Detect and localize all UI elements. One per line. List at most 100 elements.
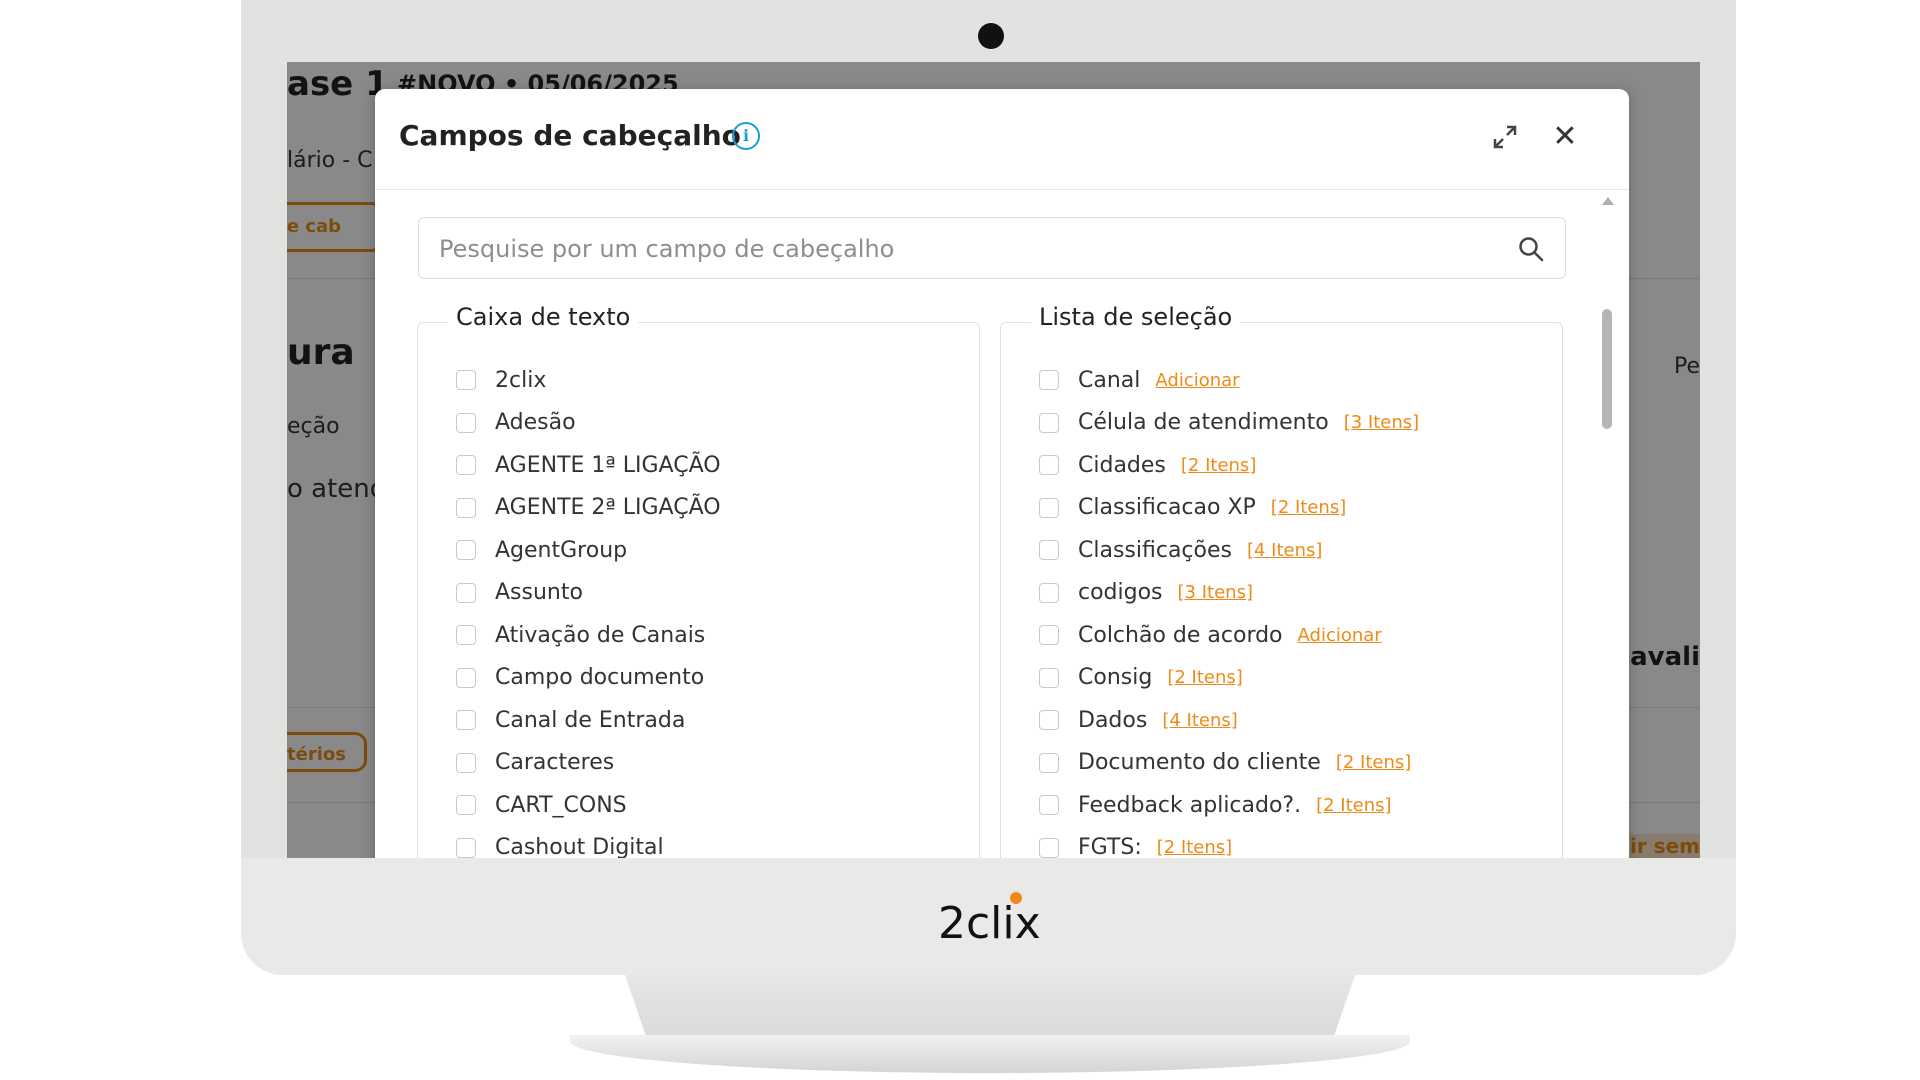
close-icon[interactable]: ✕ — [1551, 122, 1579, 152]
scroll-up-arrow-icon[interactable] — [1602, 197, 1614, 205]
checkbox[interactable] — [456, 667, 476, 688]
options-link[interactable]: [4 Itens] — [1247, 540, 1322, 561]
options-link[interactable]: [3 Itens] — [1178, 582, 1253, 603]
text-fields-list: 2clix Adesão AGENTE 1ª LIGAÇÃO AGENTE 2ª LI… — [456, 359, 721, 858]
list-item[interactable]: codigos [3 Itens] — [1039, 572, 1419, 615]
field-label: Campo documento — [495, 665, 705, 691]
options-link[interactable]: [2 Itens] — [1181, 455, 1256, 476]
list-item[interactable]: Caracteres — [456, 742, 721, 785]
search-input[interactable] — [437, 218, 1501, 280]
checkbox[interactable] — [1039, 497, 1059, 518]
list-item[interactable]: 2clix — [456, 359, 721, 402]
checkbox[interactable] — [1039, 625, 1059, 646]
search-box — [418, 217, 1566, 280]
select-fields-list: Canal Adicionar Célula de atendimento [3 It… — [1039, 359, 1419, 858]
list-item[interactable]: Ativação de Canais — [456, 614, 721, 657]
options-link[interactable]: [4 Itens] — [1162, 710, 1237, 731]
list-item[interactable]: Cidades [2 Itens] — [1039, 444, 1419, 487]
options-link[interactable]: [3 Itens] — [1344, 412, 1419, 433]
options-link[interactable]: [2 Itens] — [1336, 752, 1411, 773]
checkbox[interactable] — [1039, 667, 1059, 688]
list-item[interactable]: FGTS: [2 Itens] — [1039, 827, 1419, 858]
checkbox[interactable] — [456, 412, 476, 433]
list-item[interactable]: Adesão — [456, 402, 721, 445]
list-item[interactable]: Campo documento — [456, 657, 721, 700]
checkbox[interactable] — [1039, 582, 1059, 603]
list-item[interactable]: AgentGroup — [456, 529, 721, 572]
group-title: Caixa de texto — [448, 303, 639, 331]
checkbox[interactable] — [456, 455, 476, 476]
list-item[interactable]: Assunto — [456, 572, 721, 615]
checkbox[interactable] — [456, 710, 476, 731]
list-item[interactable]: Classificações [4 Itens] — [1039, 529, 1419, 572]
checkbox[interactable] — [1039, 412, 1059, 433]
list-item[interactable]: Célula de atendimento [3 Itens] — [1039, 402, 1419, 445]
field-label: AgentGroup — [495, 537, 628, 563]
list-item[interactable]: Cashout Digital — [456, 827, 721, 858]
brand-logo-text: 2clix — [938, 898, 1041, 949]
options-link[interactable]: Adicionar — [1298, 625, 1382, 646]
list-item[interactable]: Dados [4 Itens] — [1039, 699, 1419, 742]
list-item[interactable]: Documento do cliente [2 Itens] — [1039, 742, 1419, 785]
list-item[interactable]: CART_CONS — [456, 784, 721, 827]
monitor-stand-base — [570, 1035, 1410, 1073]
list-item[interactable]: AGENTE 2ª LIGAÇÃO — [456, 487, 721, 530]
list-item[interactable]: AGENTE 1ª LIGAÇÃO — [456, 444, 721, 487]
options-link[interactable]: Adicionar — [1155, 370, 1239, 391]
checkbox[interactable] — [1039, 540, 1059, 561]
modal-title: Campos de cabeçalho — [399, 119, 741, 152]
field-label: Classificacao XP — [1078, 495, 1256, 521]
header-fields-modal: Campos de cabeçalho i ✕ Caixa de texto 2… — [375, 89, 1629, 858]
options-link[interactable]: [2 Itens] — [1271, 497, 1346, 518]
list-item[interactable]: Canal Adicionar — [1039, 359, 1419, 402]
field-label: 2clix — [495, 367, 547, 393]
checkbox[interactable] — [456, 582, 476, 603]
field-label: Ativação de Canais — [495, 622, 706, 648]
field-label: AGENTE 1ª LIGAÇÃO — [495, 452, 721, 478]
list-item[interactable]: Consig [2 Itens] — [1039, 657, 1419, 700]
list-item[interactable]: Feedback aplicado?. [2 Itens] — [1039, 784, 1419, 827]
screen: ase 1 #NOVO • 05/06/2025 lário - C s de … — [287, 62, 1700, 858]
webcam-dot — [978, 23, 1004, 49]
options-link[interactable]: [2 Itens] — [1167, 667, 1242, 688]
checkbox[interactable] — [1039, 837, 1059, 858]
expand-icon[interactable] — [1491, 123, 1519, 151]
checkbox[interactable] — [456, 625, 476, 646]
field-label: codigos — [1078, 580, 1163, 606]
checkbox[interactable] — [1039, 795, 1059, 816]
list-item[interactable]: Canal de Entrada — [456, 699, 721, 742]
checkbox[interactable] — [456, 795, 476, 816]
scroll-thumb[interactable] — [1602, 309, 1612, 429]
field-label: Documento do cliente — [1078, 750, 1321, 776]
field-label: Cidades — [1078, 452, 1166, 478]
checkbox[interactable] — [456, 370, 476, 391]
field-label: Colchão de acordo — [1078, 622, 1283, 648]
checkbox[interactable] — [1039, 710, 1059, 731]
modal-header: Campos de cabeçalho i ✕ — [375, 89, 1629, 190]
checkbox[interactable] — [1039, 370, 1059, 391]
text-fields-group: Caixa de texto 2clix Adesão AGENTE 1ª LIGA… — [417, 303, 980, 858]
checkbox[interactable] — [1039, 455, 1059, 476]
list-item[interactable]: Colchão de acordo Adicionar — [1039, 614, 1419, 657]
brand-logo: 2clix — [938, 892, 1041, 949]
field-label: Classificações — [1078, 537, 1232, 563]
field-label: CART_CONS — [495, 792, 627, 818]
field-label: Dados — [1078, 707, 1148, 733]
checkbox[interactable] — [1039, 752, 1059, 773]
list-item[interactable]: Classificacao XP [2 Itens] — [1039, 487, 1419, 530]
options-link[interactable]: [2 Itens] — [1157, 837, 1232, 858]
info-icon[interactable]: i — [732, 122, 760, 150]
checkbox[interactable] — [456, 752, 476, 773]
field-label: Canal de Entrada — [495, 707, 686, 733]
field-label: FGTS: — [1078, 835, 1142, 858]
search-icon[interactable] — [1517, 235, 1545, 263]
checkbox[interactable] — [456, 540, 476, 561]
field-label: Consig — [1078, 665, 1153, 691]
checkbox[interactable] — [456, 837, 476, 858]
checkbox[interactable] — [456, 497, 476, 518]
field-label: Célula de atendimento — [1078, 410, 1329, 436]
modal-scrollbar[interactable] — [1599, 189, 1615, 858]
field-label: Feedback aplicado?. — [1078, 792, 1302, 818]
group-title: Lista de seleção — [1031, 303, 1241, 331]
options-link[interactable]: [2 Itens] — [1316, 795, 1391, 816]
